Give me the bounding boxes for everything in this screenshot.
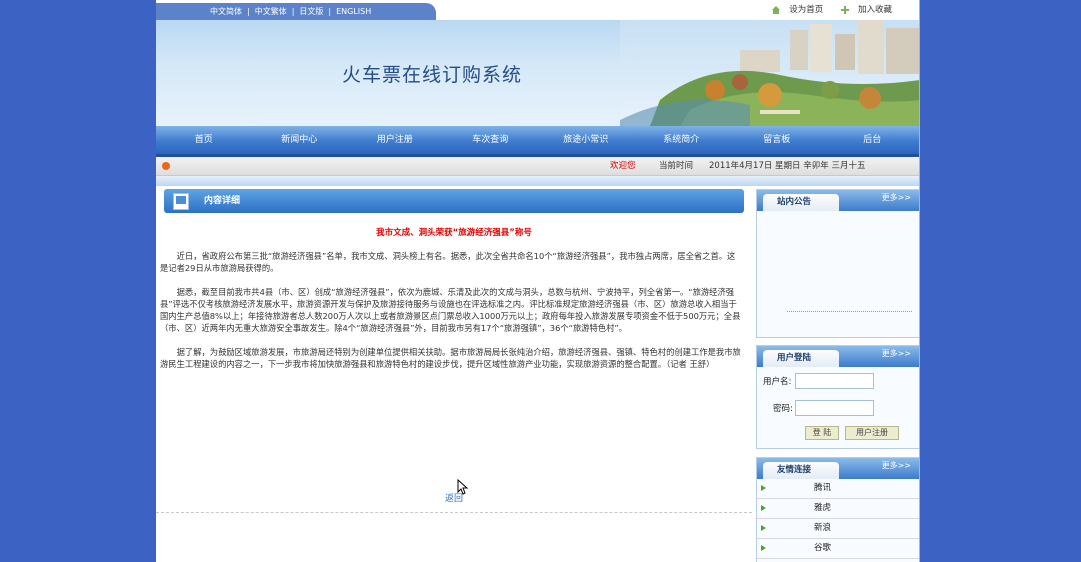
top-links: 设为首页 加入收藏 (771, 3, 906, 18)
welcome-text: 欢迎您 (610, 161, 636, 171)
password-label: 密码: (773, 404, 793, 414)
page-border (919, 0, 920, 562)
links-header: 友情连接 更多>> (757, 458, 919, 479)
register-button[interactable]: 用户注册 (845, 426, 899, 440)
set-homepage-link[interactable]: 设为首页 (789, 5, 823, 15)
status-bar: 欢迎您 当前时间 2011年4月17日 星期日 辛卯年 三月十五 (156, 157, 920, 176)
notice-box: 站内公告 更多>> (756, 189, 920, 338)
lang-traditional[interactable]: 中文繁体 (255, 7, 287, 16)
city-banner-image (620, 20, 920, 126)
page: 中文简体 | 中文繁体 | 日文版 | ENGLISH 设为首页 加入收藏 火车票在线订购系… (156, 0, 920, 562)
nav-train-search[interactable]: 车次查询 (443, 126, 539, 154)
nav-admin[interactable]: 后台 (825, 126, 921, 154)
content-header-label: 内容详细 (204, 196, 241, 206)
banner: 火车票在线订购系统 (156, 20, 920, 126)
links-title: 友情连接 (763, 462, 839, 479)
notice-more-link[interactable]: 更多>> (882, 192, 911, 203)
friend-link-label: 雅虎 (814, 503, 832, 513)
friend-link-tencent[interactable]: 腾讯 (757, 479, 919, 499)
login-title: 用户登陆 (763, 350, 839, 367)
content-panel: 内容详细 我市文成、洞头荣获“旅游经济强县”称号 近日，省政府公布第三批“旅游经… (156, 186, 752, 513)
friend-link-yahoo[interactable]: 雅虎 (757, 499, 919, 519)
friend-link-label: 腾讯 (814, 483, 832, 493)
nav-travel-tips[interactable]: 旅途小常识 (538, 126, 634, 154)
lang-japanese[interactable]: 日文版 (299, 7, 323, 16)
arrow-icon (761, 485, 766, 491)
home-icon (771, 5, 781, 15)
nav-about[interactable]: 系统简介 (634, 126, 730, 154)
article-paragraph: 据了解，为鼓励区域旅游发展，市旅游局还特别为创建单位提供相关扶助。据市旅游局局长… (160, 347, 741, 369)
article-title: 我市文成、洞头荣获“旅游经济强县”称号 (376, 228, 532, 238)
nav-home[interactable]: 首页 (156, 126, 252, 154)
arrow-icon (761, 525, 766, 531)
nav-news[interactable]: 新闻中心 (252, 126, 348, 154)
arrow-icon (761, 505, 766, 511)
lang-simplified[interactable]: 中文简体 (210, 7, 242, 16)
top-bar: 中文简体 | 中文繁体 | 日文版 | ENGLISH 设为首页 加入收藏 (156, 0, 920, 20)
add-favorite-icon (840, 5, 850, 15)
friend-link-label: 新浪 (814, 523, 832, 533)
username-input[interactable] (795, 373, 874, 389)
content-header: 内容详细 (164, 189, 744, 213)
friend-links-box: 友情连接 更多>> 腾讯 雅虎 新浪 谷歌 (756, 457, 920, 562)
arrow-icon (761, 545, 766, 551)
login-more-link[interactable]: 更多>> (882, 348, 911, 359)
lang-english[interactable]: ENGLISH (336, 7, 371, 16)
nav-guestbook[interactable]: 留言板 (729, 126, 825, 154)
language-bar: 中文简体 | 中文繁体 | 日文版 | ENGLISH (156, 3, 436, 20)
password-input[interactable] (795, 400, 874, 416)
article-paragraph: 近日，省政府公布第三批“旅游经济强县”名单，我市文成、洞头榜上有名。据悉，此次全… (160, 251, 736, 273)
main-nav: 首页 新闻中心 用户注册 车次查询 旅途小常识 系统简介 留言板 后台 (156, 126, 920, 154)
decor-stripe (156, 176, 920, 186)
username-label: 用户名: (763, 377, 792, 387)
add-favorite-link[interactable]: 加入收藏 (858, 5, 892, 15)
links-more-link[interactable]: 更多>> (882, 460, 911, 471)
nav-register[interactable]: 用户注册 (347, 126, 443, 154)
friend-link-label: 谷歌 (814, 543, 832, 553)
notice-marquee (787, 311, 912, 316)
mouse-cursor-icon (457, 479, 469, 495)
login-button[interactable]: 登 陆 (805, 426, 839, 440)
site-title: 火车票在线订购系统 (342, 64, 523, 86)
login-header: 用户登陆 更多>> (757, 346, 919, 367)
friend-link-google[interactable]: 谷歌 (757, 539, 919, 559)
article-paragraph: 据悉，截至目前我市共4县（市、区）创成“旅游经济强县”，依次为鹿城、乐清及此次的… (160, 287, 741, 333)
notice-header: 站内公告 更多>> (757, 190, 919, 211)
login-box: 用户登陆 更多>> 用户名: 密码: 登 陆 用户注册 (756, 345, 920, 449)
notice-title: 站内公告 (763, 194, 839, 211)
bullet-icon (162, 162, 170, 170)
article-body: 近日，省政府公布第三批“旅游经济强县”名单，我市文成、洞头榜上有名。据悉，此次全… (160, 250, 742, 382)
time-value: 2011年4月17日 星期日 辛卯年 三月十五 (709, 161, 866, 171)
document-icon (173, 193, 189, 210)
friend-link-sina[interactable]: 新浪 (757, 519, 919, 539)
time-label: 当前时间 (659, 161, 694, 171)
